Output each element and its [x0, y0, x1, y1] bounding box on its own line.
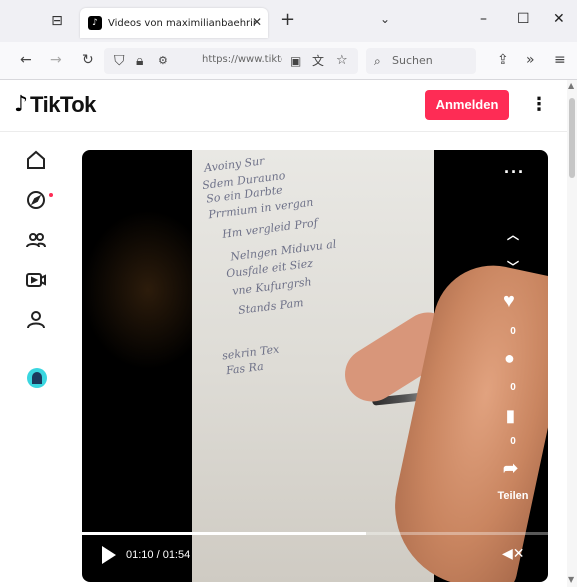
live-icon[interactable]: [24, 268, 48, 292]
bookmark-star-icon[interactable]: ☆: [336, 53, 348, 69]
more-vertical-icon[interactable]: ⋮: [530, 92, 548, 118]
video-time: 01:10 / 01:54: [126, 549, 191, 561]
following-icon[interactable]: [24, 228, 48, 252]
share-label[interactable]: Teilen: [490, 490, 536, 502]
tab-title: Videos von maximilianbaehring: [108, 17, 256, 29]
tiktok-favicon-icon: ♪: [88, 16, 102, 30]
chevron-down-icon[interactable]: ﹀: [507, 258, 519, 275]
tiktok-logo-text: TikTok: [30, 92, 96, 117]
tiktok-logo[interactable]: ♪ TikTok: [14, 92, 96, 118]
video-background-glow: [82, 210, 192, 370]
back-icon[interactable]: ←: [20, 52, 32, 68]
list-all-tabs-icon[interactable]: ⊟: [48, 12, 66, 30]
maximize-icon[interactable]: ☐: [517, 11, 530, 27]
login-button[interactable]: Anmelden: [425, 90, 509, 120]
mute-icon[interactable]: ◀✕: [502, 546, 525, 562]
translate-icon[interactable]: 文: [312, 53, 324, 69]
scroll-down-icon[interactable]: ▼: [568, 575, 574, 584]
handwriting-line: Stands Pam: [237, 296, 305, 317]
like-heart-icon[interactable]: ♥: [503, 290, 515, 313]
comment-count: 0: [510, 382, 516, 393]
tab-close-icon[interactable]: ✕: [252, 15, 262, 29]
account-avatar[interactable]: [27, 368, 47, 388]
home-icon[interactable]: [24, 148, 48, 172]
new-tab-icon[interactable]: +: [280, 11, 295, 29]
tracking-shield-icon[interactable]: ⛉: [114, 53, 125, 69]
tiktok-logo-icon: ♪: [14, 92, 29, 117]
reload-icon[interactable]: ↻: [82, 52, 94, 68]
comment-icon[interactable]: ●: [504, 348, 515, 369]
scroll-up-icon[interactable]: ▲: [568, 81, 574, 90]
handwriting-line: sekrin Tex: [221, 342, 280, 363]
chevron-up-icon[interactable]: ︿: [507, 226, 519, 243]
video-progress-fill: [82, 532, 367, 535]
browser-titlebar: ⊟ ♪ Videos von maximilianbaehring ✕ + ⌄ …: [0, 0, 577, 42]
search-placeholder: Suchen: [392, 54, 433, 67]
play-icon[interactable]: [102, 546, 116, 564]
handwriting-line: vne Kufurgrsh: [231, 275, 313, 298]
bookmark-icon[interactable]: ▮: [506, 406, 515, 426]
search-icon: ⌕: [374, 54, 381, 68]
browser-navbar: ← → ↻ ⛉ 🔒︎ ⚙ https://www.tiktok ▣ 文 ☆ ⌕ …: [0, 42, 577, 80]
like-count: 0: [510, 326, 516, 337]
window-close-icon[interactable]: ✕: [553, 11, 565, 27]
forward-icon[interactable]: →: [50, 52, 62, 68]
notification-dot: [49, 193, 53, 197]
search-input[interactable]: ⌕ Suchen: [366, 48, 476, 74]
tiktok-header: ♪ TikTok Anmelden ⋮: [0, 80, 567, 132]
minimize-icon[interactable]: –: [480, 11, 487, 27]
explore-icon[interactable]: [24, 188, 48, 212]
share-page-icon[interactable]: ⇪: [497, 52, 509, 68]
handwriting-line: Fas Ra: [225, 359, 265, 378]
more-options-icon[interactable]: ···: [504, 162, 525, 183]
share-icon[interactable]: ➦: [503, 458, 518, 479]
url-text: https://www.tiktok: [202, 54, 282, 65]
video-player[interactable]: Avoiny Sur Sdem Durauno So ein Darbte Prrmi…: [82, 150, 548, 582]
handwriting-line: Hm vergleid Prof: [221, 216, 319, 241]
profile-icon[interactable]: [24, 308, 48, 332]
save-count: 0: [510, 436, 516, 447]
scrollbar-thumb[interactable]: [569, 98, 575, 178]
address-bar[interactable]: ⛉ 🔒︎ ⚙ https://www.tiktok ▣ 文 ☆: [104, 48, 358, 74]
tab-active[interactable]: ♪ Videos von maximilianbaehring ✕: [80, 8, 268, 38]
chevron-down-icon[interactable]: ⌄: [380, 12, 390, 26]
video-progress-bar[interactable]: [82, 532, 548, 535]
permissions-icon[interactable]: ⚙: [158, 53, 168, 69]
lock-icon[interactable]: 🔒︎: [136, 53, 143, 69]
more-tools-icon[interactable]: »: [526, 52, 535, 68]
reader-view-icon[interactable]: ▣: [290, 53, 301, 69]
menu-icon[interactable]: ≡: [554, 52, 566, 68]
